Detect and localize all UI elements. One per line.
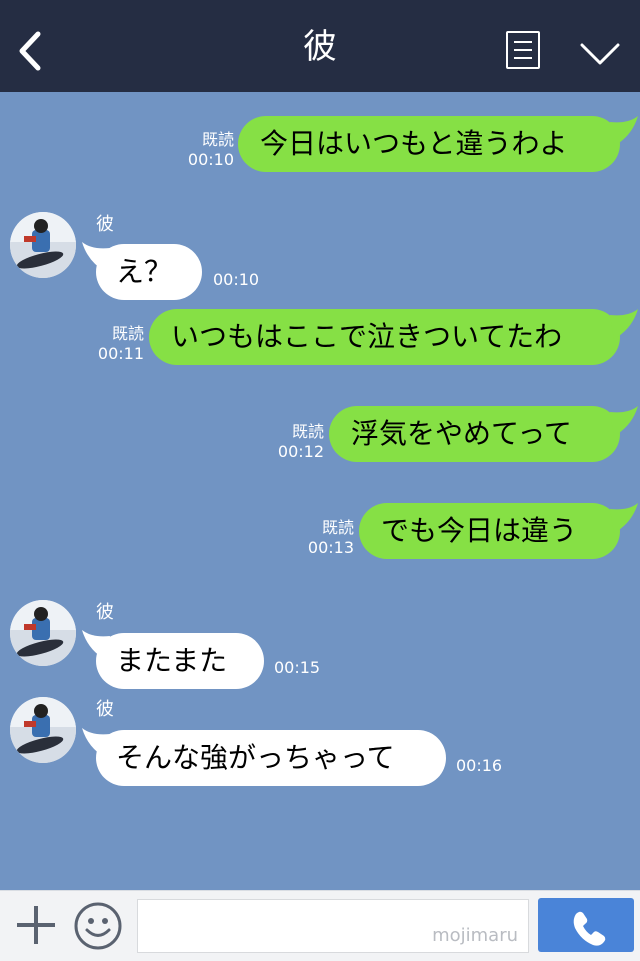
smiley-icon[interactable] xyxy=(73,901,123,951)
avatar-image xyxy=(10,212,76,278)
watermark-text: mojimaru xyxy=(432,925,518,946)
message-time: 00:16 xyxy=(456,756,503,775)
message-bubble[interactable]: またまた xyxy=(96,633,264,689)
bubble-tail xyxy=(610,116,638,146)
chevron-down-icon[interactable] xyxy=(580,42,620,66)
input-bar: mojimaru xyxy=(0,890,640,961)
plus-icon[interactable] xyxy=(14,903,58,947)
message-time: 00:15 xyxy=(274,658,321,677)
message-input-container[interactable]: mojimaru xyxy=(137,899,529,953)
read-receipt: 既読 xyxy=(201,130,234,149)
bubble-tail xyxy=(610,503,638,533)
call-button[interactable] xyxy=(538,898,634,952)
chat-title: 彼 xyxy=(303,27,337,67)
chat-area[interactable]: 既読 00:10 今日はいつもと違うわよ 彼 え？ 00:10 既読 00:11 xyxy=(0,92,640,890)
phone-icon xyxy=(573,911,606,946)
message-time: 00:11 xyxy=(97,344,144,363)
message-time: 00:12 xyxy=(277,442,324,461)
avatar[interactable] xyxy=(10,212,76,278)
read-receipt: 既読 xyxy=(291,422,324,441)
avatar[interactable] xyxy=(10,697,76,763)
message-bubble[interactable]: え？ xyxy=(96,244,202,300)
message-bubble[interactable]: いつもはここで泣きついてたわ xyxy=(149,309,620,365)
sender-name: 彼 xyxy=(96,602,114,623)
bubble-tail xyxy=(610,309,638,339)
sender-name: 彼 xyxy=(96,699,114,720)
message-bubble[interactable]: でも今日は違う xyxy=(359,503,620,559)
chat-header: 彼 xyxy=(0,0,640,92)
note-icon[interactable] xyxy=(506,31,540,69)
read-receipt: 既読 xyxy=(111,324,144,343)
message-time: 00:10 xyxy=(213,270,260,289)
bubble-tail xyxy=(610,406,638,436)
avatar[interactable] xyxy=(10,600,76,666)
avatar-image xyxy=(10,697,76,763)
message-time: 00:10 xyxy=(187,150,234,169)
message-time: 00:13 xyxy=(307,538,354,557)
message-bubble[interactable]: 今日はいつもと違うわよ xyxy=(238,116,620,172)
message-bubble[interactable]: 浮気をやめてって xyxy=(329,406,620,462)
avatar-image xyxy=(10,600,76,666)
read-receipt: 既読 xyxy=(321,518,354,537)
sender-name: 彼 xyxy=(96,214,114,235)
message-bubble[interactable]: そんな強がっちゃって xyxy=(96,730,446,786)
